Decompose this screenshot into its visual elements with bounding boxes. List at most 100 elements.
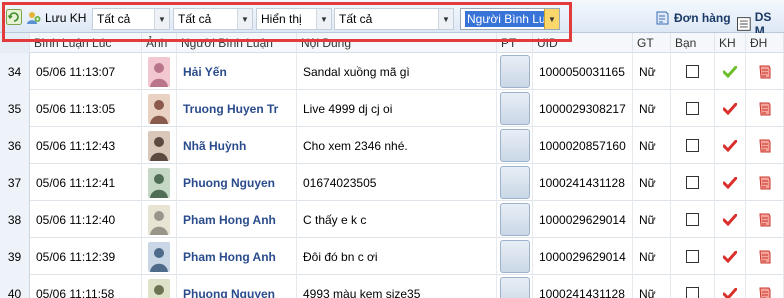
user-name[interactable]: Phuong Nguyen <box>177 275 297 298</box>
dh-cell[interactable] <box>746 275 784 298</box>
comment-time: 05/06 11:12:40 <box>30 201 142 238</box>
header-image[interactable]: Ảnh <box>142 33 177 53</box>
dh-cell[interactable] <box>746 238 784 275</box>
pt-button[interactable] <box>499 166 530 199</box>
header-index <box>0 33 30 53</box>
refresh-icon[interactable] <box>6 9 22 25</box>
header-friend[interactable]: Bạn <box>671 33 715 53</box>
header-time[interactable]: Bình Luận Lúc <box>30 33 142 53</box>
order-note-icon <box>758 213 770 226</box>
header-pt[interactable]: PT <box>497 33 533 53</box>
friend-cell <box>671 238 715 275</box>
avatar[interactable] <box>148 167 170 198</box>
gender: Nữ <box>633 275 671 298</box>
pt-button[interactable] <box>499 203 530 236</box>
kh-cell[interactable] <box>715 90 746 127</box>
friend-checkbox[interactable] <box>686 213 699 226</box>
user-name[interactable]: Nhã Huỳnh <box>177 127 297 164</box>
user-name[interactable]: Pham Hong Anh <box>177 201 297 238</box>
avatar[interactable] <box>148 130 170 161</box>
search-field-select[interactable]: Người Bình Lu ▼ <box>460 8 560 30</box>
uid: 1000241431128 <box>533 164 633 201</box>
user-name[interactable]: Phuong Nguyen <box>177 164 297 201</box>
table-row[interactable]: 40 05/06 11:11:58 Phuong Nguyen 4993 màu ke… <box>0 275 784 298</box>
dh-cell[interactable] <box>746 53 784 90</box>
chevron-down-icon[interactable]: ▼ <box>438 9 453 29</box>
chevron-down-icon[interactable]: ▼ <box>316 9 331 29</box>
filter-select-2[interactable]: Tất cả ▼ <box>173 8 253 30</box>
table-row[interactable]: 35 05/06 11:13:05 Truong Huyen Tr Live 4999… <box>0 90 784 127</box>
user-name[interactable]: Truong Huyen Tr <box>177 90 297 127</box>
table-row[interactable]: 38 05/06 11:12:40 Pham Hong Anh C thấy e k … <box>0 201 784 238</box>
uid: 1000050031165 <box>533 53 633 90</box>
avatar[interactable] <box>148 93 170 124</box>
friend-checkbox[interactable] <box>686 250 699 263</box>
pt-button[interactable] <box>499 92 530 125</box>
comment-content: Sandal xuồng mã gì <box>297 53 497 90</box>
table-row[interactable]: 39 05/06 11:12:39 Pham Hong Anh Đôi đó bn c… <box>0 238 784 275</box>
avatar-cell[interactable] <box>142 275 177 298</box>
avatar[interactable] <box>148 241 170 272</box>
order-note-icon <box>758 176 770 189</box>
header-uid[interactable]: UID <box>533 33 633 53</box>
friend-checkbox[interactable] <box>686 65 699 78</box>
friend-checkbox[interactable] <box>686 102 699 115</box>
order-note-icon <box>758 65 770 78</box>
header-dh[interactable]: ĐH <box>746 33 784 53</box>
kh-cell[interactable] <box>715 238 746 275</box>
header-kh[interactable]: KH <box>715 33 746 53</box>
friend-checkbox[interactable] <box>686 176 699 189</box>
dh-cell[interactable] <box>746 127 784 164</box>
header-content[interactable]: Nội Dung <box>297 33 497 53</box>
pt-button[interactable] <box>499 129 530 162</box>
save-customer-button[interactable]: Lưu KH <box>26 8 86 28</box>
table-row[interactable]: 37 05/06 11:12:41 Phuong Nguyen 01674023505… <box>0 164 784 201</box>
kh-cell[interactable] <box>715 127 746 164</box>
avatar-cell[interactable] <box>142 127 177 164</box>
display-select[interactable]: Hiển thị ▼ <box>256 8 332 30</box>
gender: Nữ <box>633 127 671 164</box>
pt-button[interactable] <box>499 55 530 88</box>
header-gender[interactable]: GT <box>633 33 671 53</box>
check-red-icon <box>723 287 737 298</box>
avatar-cell[interactable] <box>142 90 177 127</box>
chevron-down-icon[interactable]: ▼ <box>544 9 559 29</box>
uid: 1000241431128 <box>533 275 633 298</box>
table-row[interactable]: 36 05/06 11:12:43 Nhã Huỳnh Cho xem 2346 nh… <box>0 127 784 164</box>
avatar-cell[interactable] <box>142 201 177 238</box>
avatar-cell[interactable] <box>142 53 177 90</box>
pt-button[interactable] <box>499 277 530 298</box>
pt-button[interactable] <box>499 240 530 273</box>
comment-content: Cho xem 2346 nhé. <box>297 127 497 164</box>
table-row[interactable]: 34 05/06 11:13:07 Hải Yến Sandal xuồng mã g… <box>0 53 784 90</box>
save-customer-label: Lưu KH <box>45 11 87 25</box>
friend-cell <box>671 127 715 164</box>
filter-select-4[interactable]: Tất cả ▼ <box>334 8 454 30</box>
avatar-cell[interactable] <box>142 238 177 275</box>
user-name[interactable]: Pham Hong Anh <box>177 238 297 275</box>
comment-content: Đôi đó bn c ơi <box>297 238 497 275</box>
dh-cell[interactable] <box>746 201 784 238</box>
chevron-down-icon[interactable]: ▼ <box>154 9 169 29</box>
avatar-cell[interactable] <box>142 164 177 201</box>
avatar[interactable] <box>148 278 170 298</box>
kh-cell[interactable] <box>715 275 746 298</box>
kh-cell[interactable] <box>715 164 746 201</box>
avatar[interactable] <box>148 56 170 87</box>
filter-select-1[interactable]: Tất cả ▼ <box>92 8 170 30</box>
friend-checkbox[interactable] <box>686 287 699 298</box>
order-note-icon <box>758 287 770 298</box>
user-name[interactable]: Hải Yến <box>177 53 297 90</box>
friend-cell <box>671 164 715 201</box>
kh-cell[interactable] <box>715 53 746 90</box>
avatar[interactable] <box>148 204 170 235</box>
orders-button[interactable]: Đơn hàng <box>654 10 731 26</box>
dh-cell[interactable] <box>746 164 784 201</box>
order-note-icon <box>758 139 770 152</box>
gender: Nữ <box>633 164 671 201</box>
chevron-down-icon[interactable]: ▼ <box>237 9 252 29</box>
friend-checkbox[interactable] <box>686 139 699 152</box>
header-user[interactable]: Người Bình Luận <box>177 33 297 53</box>
dh-cell[interactable] <box>746 90 784 127</box>
kh-cell[interactable] <box>715 201 746 238</box>
